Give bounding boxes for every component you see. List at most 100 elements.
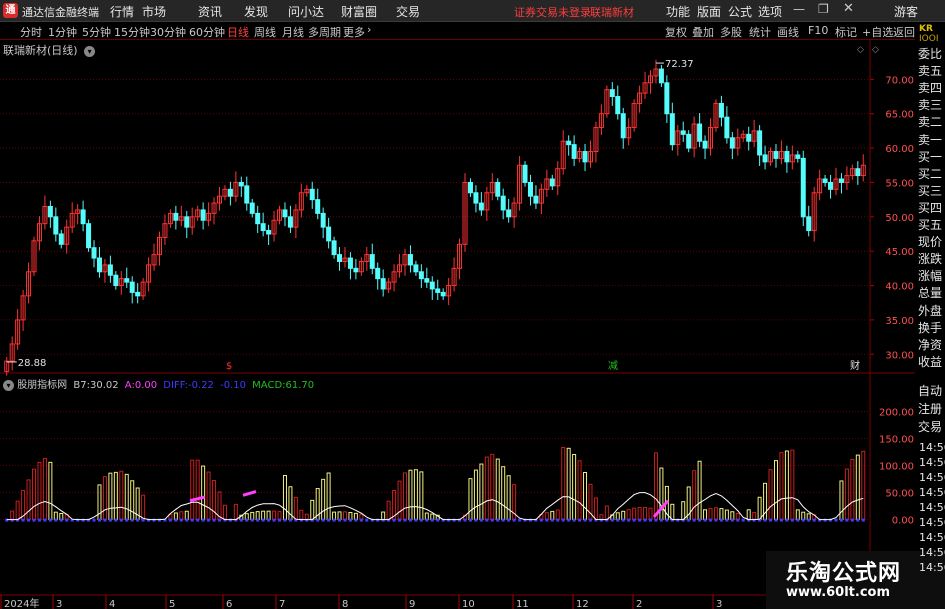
- menu-market[interactable]: 市场: [142, 3, 166, 20]
- menu-ask[interactable]: 问小达: [288, 3, 324, 20]
- stock-link[interactable]: 联瑞新材: [590, 4, 634, 20]
- quote-field[interactable]: 涨跌: [918, 252, 942, 266]
- indicator-base-dot: [398, 518, 402, 522]
- indicator-bar: [615, 512, 620, 521]
- indicator-bar: [561, 447, 566, 521]
- candle: [686, 133, 692, 149]
- indicator-bar: [692, 470, 697, 521]
- indicator-base-dot: [288, 518, 292, 522]
- overlay-button[interactable]: 叠加: [692, 24, 714, 40]
- indicator-base-dot: [48, 518, 52, 522]
- period-tab[interactable]: 月线: [282, 24, 304, 40]
- indicator-base-dot: [108, 518, 112, 522]
- quote-field[interactable]: 换手: [918, 321, 942, 335]
- menu-trade[interactable]: 交易: [396, 3, 420, 20]
- quote-field[interactable]: 卖二: [918, 115, 942, 129]
- indicator-base-dot: [479, 518, 483, 522]
- guest-user[interactable]: 游客: [894, 3, 918, 20]
- f10-button[interactable]: F10: [808, 24, 828, 37]
- indicator-base-dot: [485, 518, 489, 522]
- period-tab-more[interactable]: 更多: [343, 24, 365, 40]
- quote-field[interactable]: 买一: [918, 150, 942, 164]
- period-tab[interactable]: 15分钟: [114, 24, 150, 40]
- indicator-bar: [348, 511, 353, 521]
- quote-action[interactable]: 自动: [918, 384, 942, 398]
- period-tab-daily[interactable]: 日线: [227, 24, 249, 40]
- quote-field[interactable]: 收益: [918, 355, 942, 369]
- indicator-bar: [141, 494, 146, 521]
- sub-axis-label: 0.00: [892, 516, 914, 527]
- indicator-bar: [583, 471, 588, 521]
- quote-field[interactable]: 委比: [918, 47, 942, 61]
- quote-action[interactable]: 交易: [918, 420, 942, 434]
- menu-options[interactable]: 选项: [758, 3, 782, 20]
- indicator-bar: [566, 447, 571, 521]
- quote-field[interactable]: 涨幅: [918, 269, 942, 283]
- indicator-bar: [381, 511, 386, 521]
- period-tab[interactable]: 分时: [20, 24, 42, 40]
- indicator-bar: [621, 510, 626, 521]
- multistock-button[interactable]: 多股: [720, 24, 742, 40]
- add-watchlist-button[interactable]: +自选: [862, 24, 893, 40]
- period-tab[interactable]: 多周期: [308, 24, 341, 40]
- menu-layout[interactable]: 版面: [697, 3, 721, 20]
- stats-button[interactable]: 统计: [749, 24, 771, 40]
- quote-action[interactable]: 注册: [918, 402, 942, 416]
- time-axis-label: 3: [56, 599, 62, 609]
- period-tab[interactable]: 30分钟: [150, 24, 186, 40]
- chevron-right-icon[interactable]: ›: [367, 23, 371, 36]
- menu-formula[interactable]: 公式: [728, 3, 752, 20]
- period-tab[interactable]: 周线: [254, 24, 276, 40]
- login-warning[interactable]: 证券交易未登录: [514, 4, 591, 20]
- close-icon[interactable]: ✕: [843, 1, 854, 16]
- quote-field[interactable]: 净资: [918, 338, 942, 352]
- indicator-bar: [397, 480, 402, 521]
- mark-button[interactable]: 标记: [835, 24, 857, 40]
- quote-field[interactable]: 现价: [918, 235, 942, 249]
- quote-field[interactable]: 买五: [918, 218, 942, 232]
- back-button[interactable]: 返回: [893, 24, 915, 40]
- period-toolbar: 分时 1分钟 5分钟 15分钟 30分钟 60分钟 日线 周线 月线 多周期 更…: [0, 22, 915, 40]
- indicator-base-dot: [179, 518, 183, 522]
- quote-field[interactable]: 卖一: [918, 133, 942, 147]
- period-tab[interactable]: 60分钟: [189, 24, 225, 40]
- main-chart[interactable]: 72.3728.88 70.0065.0060.0055.0050.0045.0…: [0, 40, 915, 609]
- menu-news[interactable]: 资讯: [198, 3, 222, 20]
- adjust-button[interactable]: 复权: [665, 24, 687, 40]
- indicator-bar: [277, 511, 282, 521]
- indicator-base-dot: [21, 518, 25, 522]
- menu-function[interactable]: 功能: [666, 3, 690, 20]
- chevron-down-icon[interactable]: ▾: [84, 46, 96, 57]
- indicator-base-dot: [92, 518, 96, 522]
- menu-quotes[interactable]: 行情: [110, 3, 134, 20]
- quote-field[interactable]: 总量: [918, 286, 942, 300]
- indicator-base-dot: [621, 518, 625, 522]
- indicator-bar: [490, 453, 495, 521]
- menu-discover[interactable]: 发现: [244, 3, 268, 20]
- minimize-icon[interactable]: —: [793, 2, 805, 16]
- period-tab[interactable]: 1分钟: [48, 24, 77, 40]
- quote-field[interactable]: 卖五: [918, 64, 942, 78]
- quote-field[interactable]: 买二: [918, 167, 942, 181]
- candle: [91, 247, 97, 259]
- quote-field[interactable]: 卖四: [918, 81, 942, 95]
- quote-field[interactable]: 卖三: [918, 98, 942, 112]
- quote-field[interactable]: 买三: [918, 184, 942, 198]
- quote-field[interactable]: 买四: [918, 201, 942, 215]
- chevron-down-icon[interactable]: ▾: [3, 380, 14, 391]
- restore-icon[interactable]: ❐: [818, 2, 829, 16]
- candle: [266, 230, 272, 235]
- period-tab[interactable]: 5分钟: [82, 24, 111, 40]
- indicator-bar: [10, 510, 15, 521]
- indicator-name[interactable]: 股朋指标网: [17, 380, 67, 391]
- quote-field[interactable]: 外盘: [918, 304, 942, 318]
- indicator-bar: [184, 510, 189, 521]
- candle: [506, 209, 512, 218]
- event-marker: $: [226, 361, 232, 372]
- draw-button[interactable]: 画线: [777, 24, 799, 40]
- price-axis-label: 30.00: [885, 350, 914, 361]
- menu-fortune[interactable]: 财富圈: [341, 3, 377, 20]
- indicator-bar: [681, 501, 686, 521]
- indicator-bar: [484, 456, 489, 521]
- indicator-bar: [342, 511, 347, 521]
